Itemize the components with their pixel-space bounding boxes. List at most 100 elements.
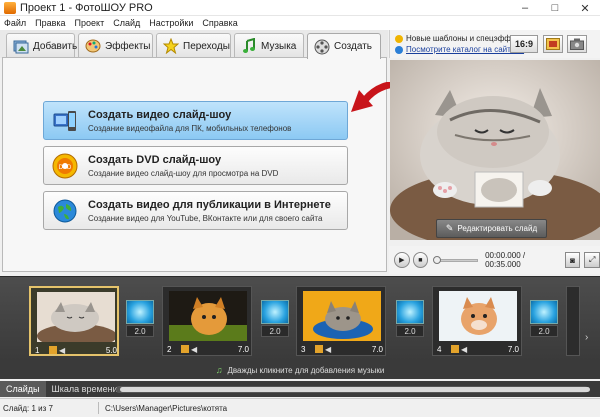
slide-duration: 7.0 xyxy=(507,344,519,354)
gear-icon xyxy=(570,38,584,50)
tab-slides[interactable]: Слайды xyxy=(0,381,46,397)
seek-slider[interactable] xyxy=(433,255,479,264)
film-reel-icon xyxy=(314,39,330,55)
play-icon: ▶ xyxy=(399,257,405,264)
music-note-icon xyxy=(241,38,257,54)
edit-icon[interactable] xyxy=(315,345,323,353)
tab-transitions-label: Переходы xyxy=(183,40,230,52)
slide-image xyxy=(169,291,247,341)
sound-icon[interactable]: ◀ xyxy=(461,345,467,354)
red-arrow-icon xyxy=(351,82,393,112)
tab-music[interactable]: Музыка xyxy=(234,33,304,58)
slide-footer: 2 ◀ 7.0 xyxy=(167,343,249,355)
catalog-link[interactable]: Посмотрите каталог на сайте.... xyxy=(395,45,524,54)
minimize-button[interactable]: – xyxy=(510,0,540,16)
slide-thumbnail[interactable]: 4 ◀ 7.0 xyxy=(432,286,522,356)
menu-project[interactable]: Проект xyxy=(75,18,105,28)
transition-item[interactable]: 2.0 xyxy=(396,300,424,338)
slide-footer: 4 ◀ 7.0 xyxy=(437,343,519,355)
edit-slide-button[interactable]: ✎ Редактировать слайд xyxy=(436,219,547,238)
title-bar: Проект 1 - ФотоШОУ PRO – □ ✕ xyxy=(0,0,600,16)
stop-icon: ■ xyxy=(418,256,423,264)
slide-footer: 3 ◀ 7.0 xyxy=(301,343,383,355)
transition-duration: 2.0 xyxy=(396,325,424,337)
create-video-subtitle: Создание видеофайла для ПК, мобильных те… xyxy=(88,123,292,133)
stop-button[interactable]: ■ xyxy=(412,252,429,268)
create-dvd-title: Создать DVD слайд-шоу xyxy=(88,153,222,166)
news-line: Новые шаблоны и спецэффекты xyxy=(395,34,528,43)
slide-duration: 7.0 xyxy=(237,344,249,354)
menu-bar: Файл Правка Проект Слайд Настройки Справ… xyxy=(0,16,600,30)
create-panel: Создать видео слайд-шоу Создание видеофа… xyxy=(2,57,387,272)
slide-duration: 5.0 xyxy=(105,345,117,355)
tab-music-label: Музыка xyxy=(261,40,297,52)
transition-item[interactable]: 2.0 xyxy=(261,300,289,338)
tab-create-label: Создать xyxy=(334,41,373,52)
create-web-title: Создать видео для публикации в Интернете xyxy=(88,198,331,211)
settings-button[interactable] xyxy=(567,35,587,53)
slide-number: 3 xyxy=(301,344,306,354)
menu-settings[interactable]: Настройки xyxy=(149,18,193,28)
music-hint: Дважды кликните для добавления музыки xyxy=(227,365,385,375)
create-web-video-button[interactable]: Создать видео для публикации в Интернете… xyxy=(43,191,348,230)
create-dvd-subtitle: Создание видео слайд-шоу для просмотра н… xyxy=(88,168,279,178)
status-bar: Слайд: 1 из 7 C:\Users\Manager\Pictures\… xyxy=(0,398,600,417)
snapshot-button[interactable]: ◙ xyxy=(564,252,581,268)
app-logo-icon xyxy=(4,1,16,14)
bulb-icon xyxy=(395,34,403,43)
slide-duration: 7.0 xyxy=(371,344,383,354)
tab-add[interactable]: Добавить xyxy=(6,33,78,58)
edit-icon[interactable] xyxy=(451,345,459,353)
tab-create[interactable]: Создать xyxy=(307,33,381,59)
slide-counter: Слайд: 1 из 7 xyxy=(3,403,53,413)
create-video-slideshow-button[interactable]: Создать видео слайд-шоу Создание видеофа… xyxy=(43,101,348,140)
edit-icon[interactable] xyxy=(49,346,57,354)
scroll-right-icon[interactable]: › xyxy=(585,332,588,343)
sound-icon[interactable]: ◀ xyxy=(325,345,331,354)
menu-edit[interactable]: Правка xyxy=(35,18,65,28)
main-tabs: Добавить Эффекты Переходы Музыка Создать xyxy=(0,30,388,59)
scrollbar-thumb[interactable] xyxy=(120,387,590,392)
star-icon xyxy=(163,38,179,54)
catalog-link-text: Посмотрите каталог на сайте.... xyxy=(406,45,525,54)
tab-effects-label: Эффекты xyxy=(105,40,151,52)
maximize-button[interactable]: □ xyxy=(540,0,570,16)
folder-path: C:\Users\Manager\Pictures\котята xyxy=(104,403,228,413)
horizontal-scrollbar[interactable] xyxy=(116,386,590,393)
create-video-title: Создать видео слайд-шоу xyxy=(88,108,232,121)
image-settings-button[interactable] xyxy=(543,35,563,53)
fullscreen-button[interactable]: ⤢ xyxy=(584,252,600,268)
tab-timeline[interactable]: Шкала времени xyxy=(46,381,124,397)
transition-item[interactable]: 2.0 xyxy=(530,300,558,338)
transition-duration: 2.0 xyxy=(126,325,154,337)
edit-icon[interactable] xyxy=(181,345,189,353)
close-button[interactable]: ✕ xyxy=(570,0,600,16)
play-button[interactable]: ▶ xyxy=(394,252,410,268)
tab-effects[interactable]: Эффекты xyxy=(78,33,153,58)
menu-help[interactable]: Справка xyxy=(202,18,237,28)
transition-item[interactable]: 2.0 xyxy=(126,300,154,338)
info-icon xyxy=(395,45,403,54)
seek-knob[interactable] xyxy=(433,255,442,264)
transition-icon xyxy=(530,300,558,324)
slide-thumbnail[interactable]: 2 ◀ 7.0 xyxy=(162,286,252,356)
slide-thumbnail[interactable]: 1 ◀ 5.0 xyxy=(29,286,119,356)
tab-transitions[interactable]: Переходы xyxy=(156,33,231,58)
menu-slide[interactable]: Слайд xyxy=(113,18,140,28)
menu-file[interactable]: Файл xyxy=(4,18,26,28)
tab-add-label: Добавить xyxy=(33,40,78,52)
svg-text:DVD: DVD xyxy=(59,165,72,171)
slide-thumbnail-partial[interactable] xyxy=(566,286,580,356)
palette-icon xyxy=(85,38,101,54)
kitten-photo xyxy=(390,60,600,240)
aspect-ratio-button[interactable]: 16:9 xyxy=(510,35,538,53)
sound-icon[interactable]: ◀ xyxy=(191,345,197,354)
sound-icon[interactable]: ◀ xyxy=(59,346,65,355)
slide-thumbnail[interactable]: 3 ◀ 7.0 xyxy=(296,286,386,356)
slide-image xyxy=(439,291,517,341)
music-track[interactable]: ♫ Дважды кликните для добавления музыки xyxy=(0,361,600,379)
slide-image xyxy=(37,292,115,342)
create-dvd-slideshow-button[interactable]: DVD Создать DVD слайд-шоу Создание видео… xyxy=(43,146,348,185)
transition-icon xyxy=(126,300,154,324)
slide-footer: 1 ◀ 5.0 xyxy=(35,344,117,356)
